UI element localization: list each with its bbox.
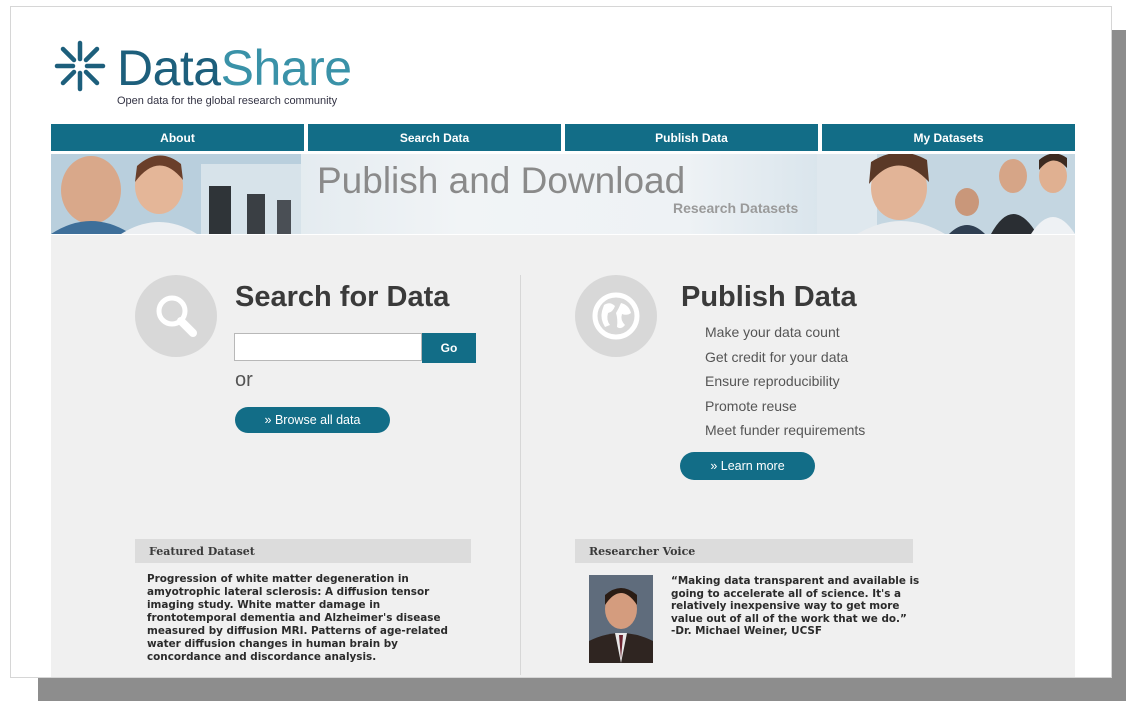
magnifier-icon bbox=[156, 295, 197, 337]
main-nav: About Search Data Publish Data My Datase… bbox=[51, 124, 1075, 151]
researcher-portrait bbox=[589, 575, 653, 663]
nav-item-about[interactable]: About bbox=[51, 124, 304, 151]
nav-item-my-datasets[interactable]: My Datasets bbox=[822, 124, 1075, 151]
featured-dataset-heading: Featured Dataset bbox=[135, 539, 471, 563]
nav-item-publish-data[interactable]: Publish Data bbox=[565, 124, 818, 151]
nav-item-search-data[interactable]: Search Data bbox=[308, 124, 561, 151]
search-title: Search for Data bbox=[235, 281, 450, 313]
page-frame: DataShare Open data for the global resea… bbox=[10, 6, 1112, 678]
asterisk-burst-icon bbox=[54, 40, 106, 92]
list-item: Make your data count bbox=[705, 324, 840, 340]
search-input[interactable] bbox=[234, 333, 422, 361]
quote-attribution: -Dr. Michael Weiner, UCSF bbox=[671, 625, 822, 637]
go-button[interactable]: Go bbox=[422, 333, 476, 363]
quote-body: “Making data transparent and available i… bbox=[671, 575, 920, 625]
browse-all-data-button[interactable]: » Browse all data bbox=[235, 407, 390, 433]
featured-dataset-text[interactable]: Progression of white matter degeneration… bbox=[147, 573, 467, 664]
or-label: or bbox=[235, 369, 253, 391]
page-shadow-bottom bbox=[38, 678, 1116, 701]
globe-icon bbox=[592, 292, 640, 340]
list-item: Promote reuse bbox=[705, 397, 797, 414]
researcher-voice-heading: Researcher Voice bbox=[575, 539, 913, 563]
site-logo[interactable]: DataShare Open data for the global resea… bbox=[53, 35, 413, 115]
banner-title: Publish and Download bbox=[317, 160, 686, 201]
banner-photo-left bbox=[51, 154, 301, 234]
banner-subtitle: Research Datasets bbox=[673, 200, 799, 216]
search-section-badge bbox=[135, 275, 217, 357]
column-divider bbox=[520, 275, 521, 675]
learn-more-button[interactable]: » Learn more bbox=[680, 452, 815, 480]
main-content: Search for Data Go or » Browse all data … bbox=[51, 235, 1075, 677]
page-shadow-right bbox=[1112, 30, 1126, 701]
publish-benefits-list: Make your data count Get credit for your… bbox=[705, 320, 865, 443]
list-item: Meet funder requirements bbox=[705, 422, 866, 438]
logo-tagline: Open data for the global research commun… bbox=[117, 95, 338, 107]
banner-photo-right bbox=[817, 154, 1075, 234]
logo-wordmark: DataShare bbox=[117, 40, 352, 96]
list-item: Get credit for your data bbox=[705, 348, 849, 365]
hero-banner: Publish and Download Research Datasets bbox=[51, 154, 1075, 234]
researcher-quote: “Making data transparent and available i… bbox=[671, 575, 933, 638]
list-item: Ensure reproducibility bbox=[705, 373, 840, 389]
publish-section-badge bbox=[575, 275, 657, 357]
publish-title: Publish Data bbox=[681, 281, 857, 313]
